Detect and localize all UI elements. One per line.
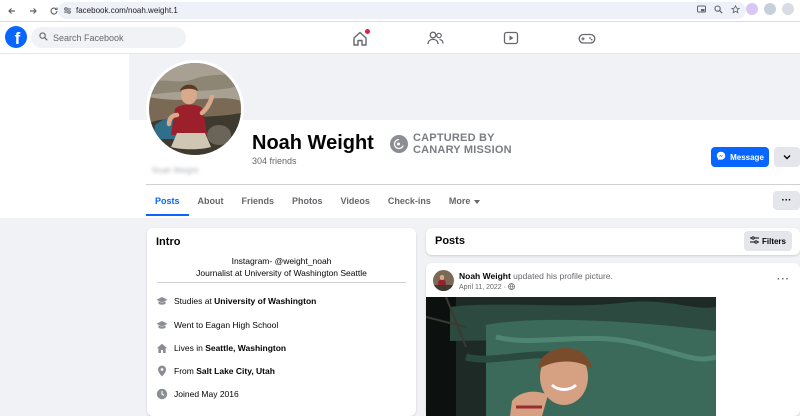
graduation-cap-icon [156,295,168,307]
tab-photos[interactable]: Photos [283,186,332,216]
intro-item-lives-in: Lives in Seattle, Washington [156,342,286,354]
avatar [149,63,241,155]
address-bar[interactable]: facebook.com/noah.weight.1 [58,2,746,19]
extension-icon[interactable] [764,3,776,15]
post-author-name[interactable]: Noah Weight [459,271,511,281]
bio-line-1: Instagram- @weight_noah [231,256,332,266]
profile-name: Noah Weight [252,132,374,154]
header-divider [146,184,800,185]
profile-options-dropdown[interactable] [774,147,800,167]
extension-icon[interactable] [746,3,758,15]
post-options-ellipsis-icon[interactable]: ··· [777,274,790,285]
search-box[interactable] [31,27,186,48]
tab-posts[interactable]: Posts [146,186,189,216]
back-icon[interactable] [3,2,21,20]
facebook-top-nav: f [0,22,800,54]
more-options-button[interactable]: ··· [773,191,800,210]
ellipsis-icon: ··· [781,195,792,206]
canary-mission-watermark: CAPTURED BY CANARY MISSION [390,132,512,156]
site-info-icon[interactable] [58,6,76,15]
post-card: Noah Weight updated his profile picture.… [426,263,800,416]
tab-check-ins[interactable]: Check-ins [379,186,440,216]
message-button-label: Message [730,152,764,162]
posts-title: Posts [435,235,465,247]
post-date-row: April 11, 2022 · [459,283,515,292]
intro-bio: Instagram- @weight_noah Journalist at Un… [147,255,416,279]
search-icon [39,32,48,43]
url-text: facebook.com/noah.weight.1 [76,6,178,15]
caret-down-icon [474,196,481,206]
filters-button[interactable]: Filters [744,231,792,251]
tab-videos[interactable]: Videos [332,186,379,216]
gaming-icon[interactable] [577,28,597,48]
intro-item-text: Studies at University of Washington [174,296,317,306]
tab-more-label: More [448,196,471,206]
friends-icon[interactable] [425,28,445,48]
intro-item-from: From Salt Lake City, Utah [156,365,275,377]
search-input[interactable] [53,32,173,43]
bookmark-star-icon[interactable] [730,4,741,16]
blurred-text: Noah Weight [152,166,199,175]
intro-item-text: Went to Eagan High School [174,320,279,330]
profile-picture[interactable] [146,60,244,158]
facebook-logo-icon[interactable]: f [5,26,27,48]
tab-more[interactable]: More [440,186,490,216]
tab-about[interactable]: About [189,186,233,216]
intro-card: Intro Instagram- @weight_noah Journalist… [147,228,416,416]
messenger-icon [716,151,726,163]
intro-title: Intro [156,236,181,248]
post-author-avatar[interactable] [433,270,454,291]
browser-toolbar: facebook.com/noah.weight.1 [0,0,800,22]
post-photo[interactable] [426,297,716,416]
friends-count[interactable]: 304 friends [252,156,297,166]
watermark-line-2: CANARY MISSION [413,144,512,156]
intro-item-text: From Salt Lake City, Utah [174,366,275,376]
intro-item-studies: Studies at University of Washington [156,295,316,307]
chevron-down-icon [783,153,791,162]
forward-icon[interactable] [24,2,42,20]
globe-icon [508,283,515,292]
intro-item-text: Lives in Seattle, Washington [174,343,287,353]
intro-divider [157,282,406,283]
graduation-cap-icon [156,319,168,331]
post-action-text: updated his profile picture. [510,271,613,281]
filters-icon [749,236,759,246]
watch-icon[interactable] [501,28,521,48]
house-icon [156,342,168,354]
intro-item-high-school: Went to Eagan High School [156,319,278,331]
notification-dot [365,29,370,34]
canary-logo-icon [390,135,408,153]
profile-tabs: Posts About Friends Photos Videos Check-… [146,186,489,216]
post-date[interactable]: April 11, 2022 · [459,284,506,291]
posts-header-card: Posts Filters [426,228,800,255]
bio-line-2: Journalist at University of Washington S… [196,268,367,278]
location-pin-icon [156,365,168,377]
watermark-line-1: CAPTURED BY [413,132,495,144]
filters-label: Filters [761,236,786,246]
clock-icon [156,388,168,400]
message-button[interactable]: Message [711,147,769,167]
home-icon[interactable] [350,28,370,48]
post-header-text: Noah Weight updated his profile picture. [459,271,613,281]
tab-friends[interactable]: Friends [233,186,284,216]
cast-icon[interactable] [697,5,706,16]
intro-item-text: Joined May 2016 [174,389,239,399]
intro-item-joined: Joined May 2016 [156,388,239,400]
extension-icon[interactable] [782,3,794,15]
zoom-icon[interactable] [714,5,723,16]
